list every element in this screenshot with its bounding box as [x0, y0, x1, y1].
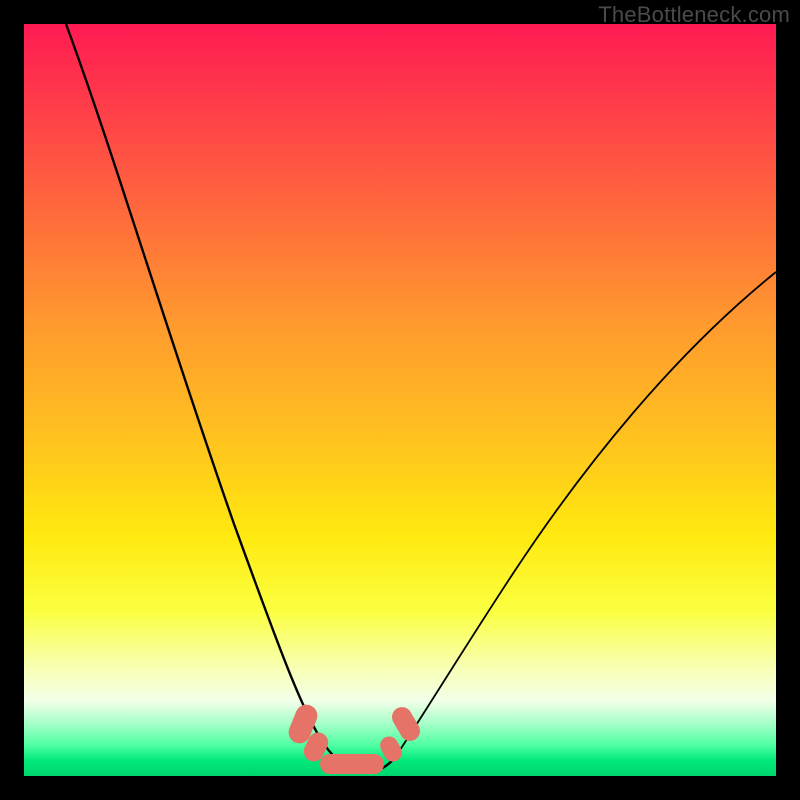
- plot-area: [24, 24, 776, 776]
- watermark-text: TheBottleneck.com: [598, 2, 790, 28]
- curve-right-arm: [396, 272, 776, 756]
- chart-frame: TheBottleneck.com: [0, 0, 800, 800]
- bottleneck-curve: [24, 24, 776, 776]
- curve-basin: [324, 744, 396, 772]
- curve-left-arm: [66, 24, 324, 744]
